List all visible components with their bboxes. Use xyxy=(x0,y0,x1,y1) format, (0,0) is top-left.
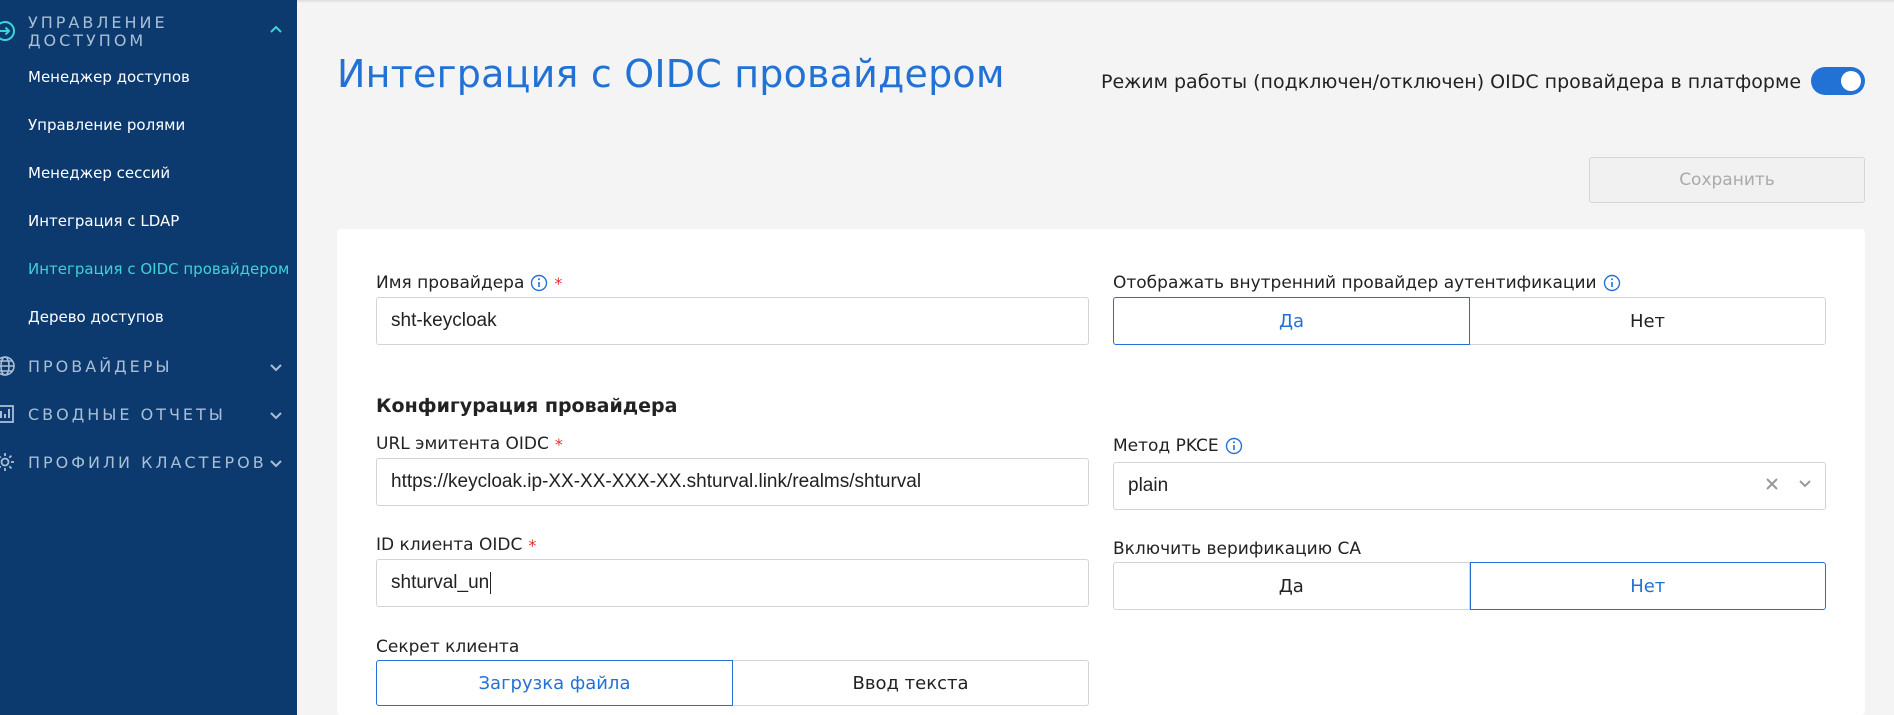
ca-yes-option[interactable]: Да xyxy=(1113,562,1470,610)
provider-name-input[interactable]: sht-keycloak xyxy=(376,297,1089,345)
issuer-label-text: URL эмитента OIDC xyxy=(376,434,549,454)
oidc-mode-toggle[interactable] xyxy=(1811,67,1865,95)
gear-icon xyxy=(0,451,16,473)
provider-name-label-text: Имя провайдера xyxy=(376,273,525,293)
text-caret xyxy=(490,572,492,594)
show-internal-segmented: Да Нет xyxy=(1113,297,1826,345)
sidebar-group-reports-label: СВОДНЫЕ ОТЧЕТЫ xyxy=(28,405,226,424)
pkce-label: Метод PKCE xyxy=(1113,436,1243,456)
secret-label-text: Секрет клиента xyxy=(376,637,520,657)
issuer-url-input[interactable]: https://keycloak.ip-XX-XX-XXX-XX.shturva… xyxy=(376,458,1089,506)
client-id-label: ID клиента OIDC * xyxy=(376,535,536,555)
secret-file-option[interactable]: Загрузка файла xyxy=(376,660,733,706)
provider-name-value: sht-keycloak xyxy=(391,310,497,331)
show-internal-label-text: Отображать внутренний провайдер аутентиф… xyxy=(1113,273,1597,293)
pkce-select-controls xyxy=(1765,463,1813,509)
sidebar-item-access-manager[interactable]: Менеджер доступов xyxy=(28,67,190,87)
required-mark: * xyxy=(554,273,563,293)
issuer-label: URL эмитента OIDC * xyxy=(376,434,563,454)
sidebar-item-ldap[interactable]: Интеграция с LDAP xyxy=(28,211,179,231)
clear-icon[interactable] xyxy=(1765,475,1779,497)
sidebar-group-access[interactable]: УПРАВЛЕНИЕ ДОСТУПОМ xyxy=(0,13,297,50)
sidebar-item-roles[interactable]: Управление ролями xyxy=(28,115,185,135)
chevron-down-icon xyxy=(268,359,284,375)
pkce-value: plain xyxy=(1128,475,1169,496)
topbar-shadow xyxy=(297,0,1894,3)
client-id-label-text: ID клиента OIDC xyxy=(376,535,523,555)
sidebar-item-oidc[interactable]: Интеграция с OIDC провайдером xyxy=(28,259,289,279)
required-mark: * xyxy=(528,535,537,555)
sidebar-group-cluster-profiles-label: ПРОФИЛИ КЛАСТЕРОВ xyxy=(28,453,267,472)
sidebar: УПРАВЛЕНИЕ ДОСТУПОМ Менеджер доступов Уп… xyxy=(0,0,297,715)
sidebar-group-providers[interactable]: ПРОВАЙДЕРЫ xyxy=(0,355,297,377)
secret-text-option[interactable]: Ввод текста xyxy=(733,660,1089,706)
pkce-select[interactable]: plain xyxy=(1113,462,1826,510)
ca-label: Включить верификацию CA xyxy=(1113,539,1361,559)
sidebar-group-providers-label: ПРОВАЙДЕРЫ xyxy=(28,357,173,376)
show-internal-label: Отображать внутренний провайдер аутентиф… xyxy=(1113,273,1621,293)
oidc-mode-label: Режим работы (подключен/отключен) OIDC п… xyxy=(1101,71,1802,93)
config-section-title: Конфигурация провайдера xyxy=(376,395,678,417)
save-button[interactable]: Сохранить xyxy=(1589,157,1865,203)
ca-no-option[interactable]: Нет xyxy=(1469,562,1826,610)
chevron-down-icon xyxy=(268,407,284,423)
provider-name-label: Имя провайдера * xyxy=(376,273,562,293)
sidebar-group-reports[interactable]: СВОДНЫЕ ОТЧЕТЫ xyxy=(0,403,297,425)
client-id-value: shturval_un xyxy=(391,572,490,593)
pkce-label-text: Метод PKCE xyxy=(1113,436,1219,456)
secret-segmented: Загрузка файла Ввод текста xyxy=(376,660,1089,706)
show-internal-no-option[interactable]: Нет xyxy=(1470,297,1826,345)
client-id-input[interactable]: shturval_un xyxy=(376,559,1089,607)
show-internal-yes-option[interactable]: Да xyxy=(1113,297,1470,345)
sidebar-group-cluster-profiles[interactable]: ПРОФИЛИ КЛАСТЕРОВ xyxy=(0,451,297,473)
info-icon[interactable] xyxy=(530,274,548,292)
required-mark: * xyxy=(554,434,563,454)
sidebar-item-sessions[interactable]: Менеджер сессий xyxy=(28,163,170,183)
page-title: Интеграция с OIDC провайдером xyxy=(337,52,1005,96)
info-icon[interactable] xyxy=(1603,274,1621,292)
info-icon[interactable] xyxy=(1225,437,1243,455)
toggle-knob xyxy=(1841,71,1861,91)
chevron-up-icon xyxy=(268,22,284,38)
chevron-down-icon xyxy=(268,455,284,471)
ca-label-text: Включить верификацию CA xyxy=(1113,539,1361,559)
chevron-down-icon[interactable] xyxy=(1797,475,1813,497)
issuer-url-value: https://keycloak.ip-XX-XX-XXX-XX.shturva… xyxy=(391,471,922,492)
sidebar-item-access-tree[interactable]: Дерево доступов xyxy=(28,307,164,327)
globe-icon xyxy=(0,355,16,377)
ca-segmented: Да Нет xyxy=(1113,562,1826,610)
report-icon xyxy=(0,403,16,425)
sidebar-group-access-label: УПРАВЛЕНИЕ ДОСТУПОМ xyxy=(28,13,168,50)
login-icon xyxy=(0,20,16,42)
secret-label: Секрет клиента xyxy=(376,637,519,657)
